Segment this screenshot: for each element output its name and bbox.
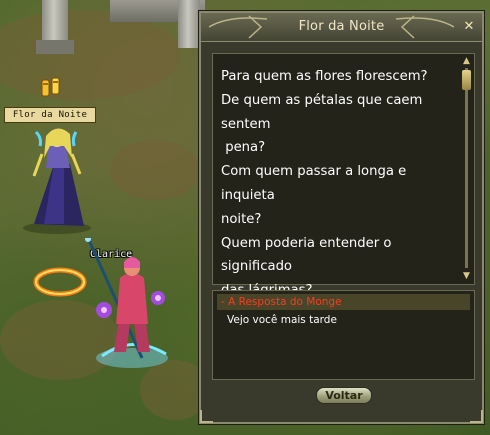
stone-pillar [178, 0, 200, 48]
scroll-track[interactable] [465, 68, 468, 268]
option-see-you-later[interactable]: Vejo você mais tarde [217, 312, 470, 328]
story-line: Para quem as flores florescem? [221, 69, 428, 84]
story-scrollbar[interactable]: ▲ ▼ [461, 56, 472, 282]
fire-ring-effect [33, 267, 87, 297]
option-monk-answer[interactable]: - A Resposta do Monge [217, 294, 470, 310]
back-button[interactable]: Voltar [316, 387, 372, 404]
player-character[interactable] [82, 238, 182, 378]
story-line: pena? [221, 140, 266, 156]
story-line: Com quem passar a longa e inquieta [221, 164, 407, 203]
ground-patch [110, 140, 200, 200]
scroll-up-icon[interactable]: ▲ [461, 56, 472, 67]
story-line: noite? [221, 211, 262, 227]
scroll-down-icon[interactable]: ▼ [461, 271, 472, 282]
scroll-thumb[interactable] [462, 70, 471, 90]
npc-character[interactable] [14, 124, 100, 234]
close-icon[interactable]: ✕ [463, 20, 475, 33]
story-line: De quem as pétalas que caem sentem [221, 92, 423, 132]
dialog-options-box: - A Resposta do Monge Vejo você mais tar… [212, 290, 475, 380]
pillar-base [36, 40, 74, 54]
quest-scroll-icon[interactable] [40, 76, 62, 100]
ground-patch [0, 10, 180, 100]
dialog-story-box: Para quem as flores florescem? De quem a… [212, 53, 475, 298]
dialog-title-bar[interactable]: Flor da Noite ✕ [201, 13, 482, 42]
npc-name-plate[interactable]: Flor da Noite [4, 107, 96, 123]
corner-ornament-icon [470, 410, 483, 423]
npc-dialog-window: Flor da Noite ✕ Para quem as flores flor… [199, 11, 484, 424]
story-line: Quem poderia entender o significado [221, 235, 392, 275]
dialog-title: Flor da Noite [298, 19, 385, 34]
corner-ornament-icon [200, 410, 213, 423]
dialog-story-text: Para quem as flores florescem? De quem a… [221, 65, 453, 303]
